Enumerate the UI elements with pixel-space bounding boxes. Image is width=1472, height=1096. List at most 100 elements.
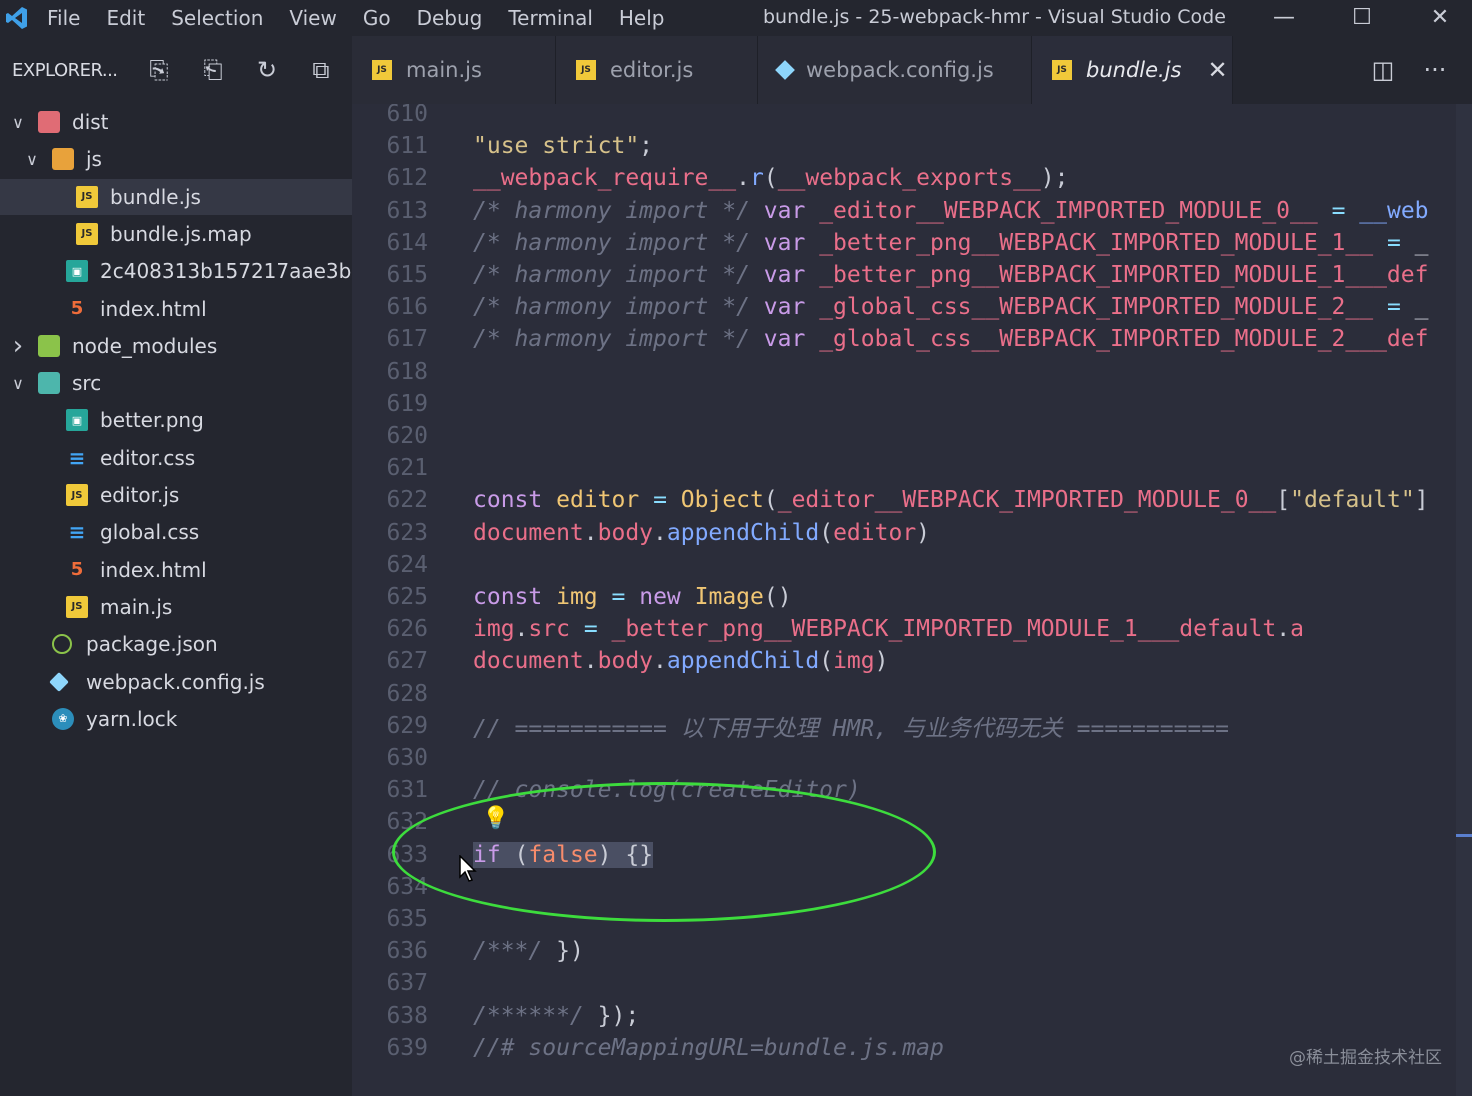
code-token: var <box>763 294 806 321</box>
tree-item[interactable]: JS editor.js <box>0 477 352 513</box>
code-text: "use strict"; <box>473 133 653 159</box>
line-number: 616 <box>386 294 428 321</box>
tab-bundle-js[interactable]: JS bundle.js ✕ <box>1032 36 1233 104</box>
collapse-all-icon[interactable]: ⧉ <box>294 56 348 84</box>
javascript-file-icon: JS <box>76 185 98 208</box>
code-token: body <box>597 648 654 675</box>
new-folder-icon[interactable]: ⎗ <box>186 56 240 84</box>
code-text: /******/ }); <box>473 1003 639 1029</box>
code-token: /***/ <box>473 938 557 965</box>
more-actions-icon[interactable]: ··· <box>1410 36 1460 104</box>
new-file-icon[interactable]: ⎘ <box>132 56 186 84</box>
tree-item-label: yarn.lock <box>86 706 178 731</box>
close-window-button[interactable]: ✕ <box>1410 0 1470 34</box>
code-token: /* harmony import */ <box>473 294 764 321</box>
code-token: _editor__WEBPACK_IMPORTED_MODULE_0__ <box>819 197 1318 224</box>
menu-help[interactable]: Help <box>606 0 678 36</box>
line-number: 639 <box>386 1034 428 1061</box>
chevron-down-icon[interactable]: ∨ <box>24 150 40 169</box>
tab-editor-js[interactable]: JS editor.js <box>556 36 758 104</box>
menu-edit[interactable]: Edit <box>93 0 158 36</box>
code-token: = <box>611 584 626 610</box>
code-token: /* harmony import */ <box>473 262 764 288</box>
code-editor[interactable]: 💡 610 611 "use strict"; 612 __webpack_requir… <box>352 104 1472 1096</box>
title-bar: File Edit Selection View Go Debug Termin… <box>0 0 1472 36</box>
code-token: Image <box>694 584 764 610</box>
code-text: const editor = Object(_editor__WEBPACK_I… <box>473 487 1429 513</box>
code-token: Object <box>680 487 764 514</box>
code-token: img <box>473 616 515 643</box>
tab-label: bundle.js <box>1086 58 1182 82</box>
menu-file[interactable]: File <box>34 0 93 36</box>
explorer-header: EXPLORER... ⎘ ⎗ ↻ ⧉ <box>0 36 352 104</box>
code-token: a <box>1290 616 1304 643</box>
tree-item[interactable]: JS bundle.js <box>0 178 352 215</box>
minimize-button[interactable]: — <box>1254 0 1314 34</box>
tab-main-js[interactable]: JS main.js <box>352 36 556 104</box>
chevron-down-icon[interactable]: ∨ <box>10 113 26 132</box>
tree-item-label: bundle.js <box>110 184 201 209</box>
code-line: 614 /* harmony import */ var _better_png_… <box>352 227 1472 259</box>
tree-item-label: main.js <box>100 594 173 619</box>
chevron-down-icon[interactable]: ∨ <box>10 374 26 393</box>
line-number: 611 <box>386 133 428 160</box>
close-tab-icon[interactable]: ✕ <box>1207 56 1227 84</box>
vscode-logo-icon <box>0 0 34 36</box>
maximize-button[interactable]: ☐ <box>1332 0 1392 34</box>
tree-item[interactable]: › node_modules <box>0 328 352 364</box>
menu-go[interactable]: Go <box>350 0 404 36</box>
tree-item[interactable]: JS bundle.js.map <box>0 216 352 252</box>
tree-item[interactable]: 5 index.html <box>0 552 352 588</box>
split-editor-icon[interactable]: ◫ <box>1358 36 1408 104</box>
tree-item[interactable]: ≡ global.css <box>0 514 352 550</box>
menu-selection[interactable]: Selection <box>158 0 276 36</box>
tree-item[interactable]: webpack.config.js <box>0 664 352 700</box>
code-token: [ <box>1276 487 1291 514</box>
refresh-icon[interactable]: ↻ <box>240 56 294 84</box>
tree-item[interactable]: ∨ dist <box>0 104 352 140</box>
line-number: 631 <box>386 777 428 804</box>
code-token: . <box>514 616 529 643</box>
image-file-icon: ▣ <box>66 260 88 283</box>
line-number: 613 <box>386 197 428 224</box>
tree-item[interactable]: ∨ src <box>0 365 352 401</box>
menu-terminal[interactable]: Terminal <box>495 0 606 36</box>
line-number: 629 <box>386 712 428 739</box>
code-token: var <box>763 229 806 256</box>
tree-item-label: better.png <box>100 408 204 433</box>
tree-item[interactable]: ▣ better.png <box>0 402 352 438</box>
line-number: 622 <box>386 487 428 514</box>
code-token: //# sourceMappingURL=bundle.js.map <box>473 1034 944 1061</box>
code-token: /* harmony import */ <box>473 326 764 353</box>
tree-item[interactable]: 5 index.html <box>0 291 352 327</box>
tree-item[interactable]: JS main.js <box>0 589 352 625</box>
code-line: 623 document.body.appendChild(editor) <box>352 517 1472 549</box>
menu-debug[interactable]: Debug <box>404 0 496 36</box>
tab-webpack-config-js[interactable]: webpack.config.js <box>758 36 1032 104</box>
tree-item[interactable]: ≡ editor.css <box>0 440 352 476</box>
tree-item-label: index.html <box>100 296 207 321</box>
tree-item[interactable]: ▣ 2c408313b157217aae3ba... <box>0 253 383 289</box>
menu-view[interactable]: View <box>276 0 349 36</box>
tree-item[interactable]: package.json <box>0 626 352 662</box>
tab-label: main.js <box>406 58 482 82</box>
code-token: ( <box>763 165 778 192</box>
window-title: bundle.js - 25-webpack-hmr - Visual Stud… <box>763 6 1226 28</box>
tree-item[interactable]: ∨ js <box>0 141 352 177</box>
line-number: 620 <box>386 423 428 449</box>
code-line: 636 /***/ }) <box>352 935 1472 967</box>
tree-item[interactable]: ❀ yarn.lock <box>0 701 352 737</box>
code-token: /******/ <box>473 1002 598 1029</box>
chevron-right-icon[interactable]: › <box>10 331 26 361</box>
line-number: 612 <box>386 165 428 192</box>
webpack-icon <box>49 671 69 692</box>
